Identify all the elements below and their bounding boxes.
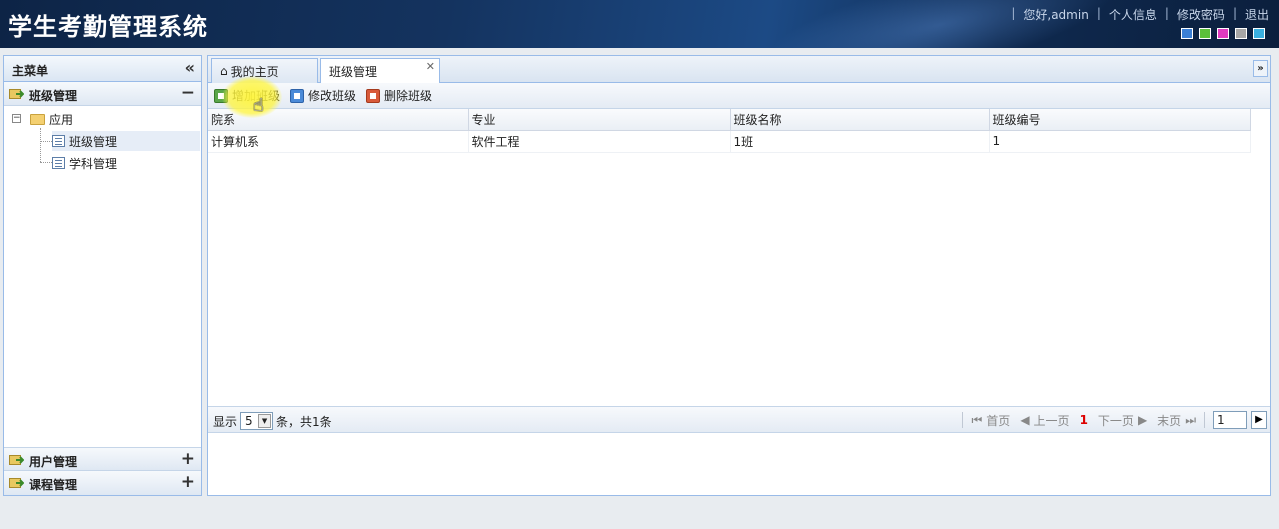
last-page-icon: ⏭ [1185, 412, 1196, 427]
collapse-section-icon[interactable]: − [181, 83, 195, 103]
sidebar-bottom-sections: 用户管理 + 课程管理 + [4, 447, 201, 495]
skin-gray-button[interactable] [1235, 28, 1247, 39]
folder-arrow-icon [9, 455, 24, 465]
first-page-button[interactable]: 首页 [986, 412, 1010, 429]
delete-class-label: 删除班级 [384, 89, 433, 103]
app-title: 学生考勤管理系统 [8, 13, 208, 41]
folder-arrow-icon [9, 478, 24, 488]
nav-tree: − 应用 班级管理 学科管理 [4, 106, 201, 446]
skin-cyan-button[interactable] [1253, 28, 1265, 39]
cell-department: 计算机系 [208, 130, 469, 153]
profile-link[interactable]: 个人信息 [1109, 6, 1157, 23]
logout-link[interactable]: 退出 [1245, 6, 1269, 23]
collapse-sidebar-icon[interactable]: « [185, 58, 195, 77]
column-header-class-name[interactable]: 班级名称 [730, 109, 990, 131]
delete-class-button[interactable]: 删除班级 [366, 87, 432, 104]
edit-class-button[interactable]: 修改班级 [290, 87, 356, 104]
expand-section-icon[interactable]: + [181, 449, 195, 469]
section-course-management[interactable]: 课程管理 + [4, 471, 201, 495]
section-class-management[interactable]: 班级管理 − [4, 82, 201, 106]
hand-cursor-icon: ☝ [253, 95, 264, 116]
header-bar: 学生考勤管理系统 | 您好,admin | 个人信息 | 修改密码 | 退出 [0, 0, 1279, 48]
section-label: 用户管理 [29, 455, 78, 469]
tree-node-label: 应用 [49, 112, 74, 127]
tree-item-label: 学科管理 [69, 156, 118, 171]
folder-arrow-icon [9, 89, 24, 99]
skin-blue-button[interactable] [1181, 28, 1193, 39]
top-links: | 您好,admin | 个人信息 | 修改密码 | 退出 [1011, 6, 1269, 23]
sidebar-header: 主菜单 « [4, 56, 201, 82]
next-page-icon: ▶ [1137, 413, 1148, 427]
skin-green-button[interactable] [1199, 28, 1211, 39]
show-label: 显示 [213, 414, 238, 429]
delete-icon [366, 88, 381, 103]
edit-class-label: 修改班级 [308, 89, 357, 103]
section-label: 班级管理 [29, 89, 78, 103]
tab-home[interactable]: ⌂ 我的主页 [211, 58, 318, 83]
close-tab-icon[interactable]: ✕ [426, 60, 435, 73]
add-class-button[interactable]: 增加班级 [214, 87, 280, 104]
skin-pink-button[interactable] [1217, 28, 1229, 39]
sidebar-title: 主菜单 [12, 64, 49, 78]
tree-toggle-icon[interactable]: − [12, 114, 21, 123]
skin-switcher [1181, 28, 1265, 39]
toolbar: 增加班级 修改班级 删除班级 [208, 83, 1270, 109]
cell-major: 软件工程 [468, 130, 731, 153]
cell-class-number: 1 [989, 130, 1251, 153]
greeting-link[interactable]: 您好,admin [1023, 6, 1088, 23]
add-icon [214, 88, 228, 103]
tree-item-class-management[interactable]: 班级管理 [52, 131, 200, 151]
home-icon: ⌂ [220, 64, 228, 78]
tab-bar: ⌂ 我的主页 班级管理 ✕ » [208, 56, 1270, 84]
grid-header-row: 院系 专业 班级名称 班级编号 [208, 109, 1251, 131]
page-size-value: 5 [245, 414, 253, 428]
column-header-department[interactable]: 院系 [208, 109, 469, 131]
main-panel: ⌂ 我的主页 班级管理 ✕ » 增加班级 修改班级 删除班级 院系 专业 班级名… [207, 55, 1271, 496]
page-size-select[interactable]: 5 ▼ [240, 412, 274, 430]
grid-page-icon [52, 135, 65, 147]
data-grid: 院系 专业 班级名称 班级编号 计算机系 软件工程 1班 1 [208, 109, 1270, 153]
section-label: 课程管理 [29, 478, 78, 492]
first-page-icon: ⏮ [971, 412, 983, 427]
cell-class-name: 1班 [730, 130, 990, 153]
expand-section-icon[interactable]: + [181, 472, 195, 492]
current-page: 1 [1079, 413, 1088, 427]
column-header-class-number[interactable]: 班级编号 [989, 109, 1251, 131]
tab-class-management[interactable]: 班级管理 ✕ [320, 58, 440, 84]
pagination-bar: 显示 5 ▼ 条，共1条 ⏮ 首页 ◀ 上一页 1 下一页 ▶ 末页 ⏭ 1 ▶ [208, 406, 1270, 433]
prev-page-icon: ◀ [1020, 413, 1030, 427]
page-number-input[interactable]: 1 [1213, 411, 1247, 429]
tab-label: 班级管理 [329, 65, 378, 79]
section-user-management[interactable]: 用户管理 + [4, 447, 201, 471]
prev-page-button[interactable]: 上一页 [1034, 412, 1070, 429]
table-row[interactable]: 计算机系 软件工程 1班 1 [208, 130, 1251, 153]
tab-label: 我的主页 [230, 64, 279, 79]
folder-icon [30, 113, 45, 125]
grid-page-icon [52, 157, 65, 169]
sidebar: 主菜单 « 班级管理 − − 应用 班级管理 学科管理 用户管理 + 课程管理 … [3, 55, 202, 496]
column-header-major[interactable]: 专业 [468, 109, 731, 131]
tree-item-label: 班级管理 [69, 134, 118, 149]
last-page-button[interactable]: 末页 [1157, 412, 1181, 429]
tree-node-app[interactable]: 应用 [30, 109, 73, 129]
edit-icon [290, 88, 305, 103]
tree-item-subject-management[interactable]: 学科管理 [52, 153, 117, 173]
tab-menu-chevron-icon[interactable]: » [1253, 60, 1268, 77]
record-count-text: 条，共1条 [276, 414, 332, 429]
go-page-button[interactable]: ▶ [1251, 411, 1267, 429]
next-page-button[interactable]: 下一页 [1098, 412, 1134, 429]
change-password-link[interactable]: 修改密码 [1177, 6, 1225, 23]
chevron-down-icon: ▼ [258, 414, 272, 428]
